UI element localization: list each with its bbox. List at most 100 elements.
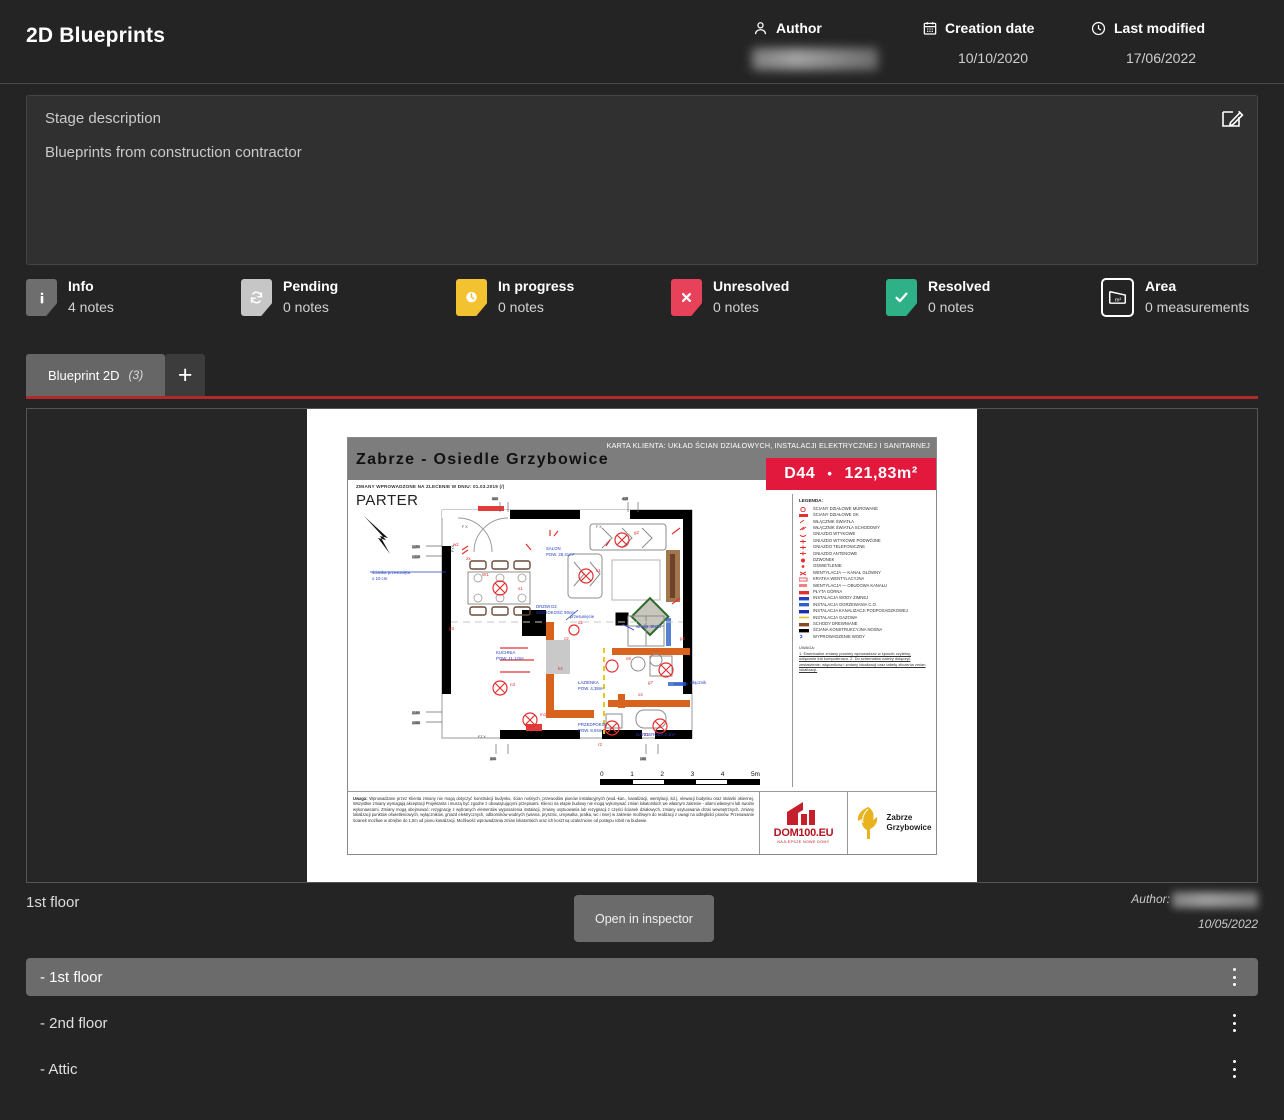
svg-text:KUCHNIA: KUCHNIA <box>496 650 515 655</box>
svg-text:k1: k1 <box>596 568 601 573</box>
app-root: 2D Blueprints Author Creation date 10/10… <box>0 0 1284 1120</box>
sync-icon <box>241 279 272 316</box>
legend-symbol <box>799 513 810 518</box>
svg-text:FZ X: FZ X <box>478 735 486 739</box>
counter-info[interactable]: Info 4 notes <box>26 278 241 317</box>
calendar-icon <box>922 20 938 36</box>
legend-symbol <box>799 609 810 614</box>
svg-text:SALON: SALON <box>546 546 561 551</box>
stage-description-label: Stage description <box>45 110 161 127</box>
blueprint-viewer[interactable]: KARTA KLIENTA: UKŁAD ŚCIAN DZIAŁOWYCH, I… <box>26 408 1258 883</box>
counter-in-progress[interactable]: In progress 0 notes <box>456 278 671 317</box>
legend-symbol <box>799 564 810 569</box>
legend-symbol <box>799 628 810 633</box>
svg-text:p2: p2 <box>680 636 686 641</box>
svg-text:330: 330 <box>492 497 498 501</box>
zabrze-logo-line2: Grzybowice <box>886 822 932 832</box>
scale-tick-3: 3 <box>690 770 695 778</box>
counter-unresolved[interactable]: Unresolved 0 notes <box>671 278 886 317</box>
person-icon <box>752 20 769 37</box>
dom100-logo: DOM100.EU NAJLEPSZE NOWE DOMY <box>760 791 848 854</box>
info-icon <box>26 279 57 316</box>
meta-last-modified-label: Last modified <box>1114 20 1206 36</box>
blueprint-page-sheet: KARTA KLIENTA: UKŁAD ŚCIAN DZIAŁOWYCH, I… <box>307 409 977 882</box>
floor-plan-svg: W1s1 g2k1 w2p3 c2d1 k4e5 g7p2 n3m1 r2z1 … <box>364 496 707 761</box>
meta-last-modified: Last modified 17/06/2022 <box>1090 18 1258 66</box>
kebab-menu-icon[interactable] <box>1225 967 1243 987</box>
svg-text:POW. 11,12m²: POW. 11,12m² <box>496 656 524 661</box>
svg-text:POW. 8,94m²: POW. 8,94m² <box>578 728 604 733</box>
svg-text:PRZEDPOKÓJ: PRZEDPOKÓJ <box>578 722 607 727</box>
zabrze-logo-line1: Zabrze <box>886 812 913 822</box>
legend-symbol <box>799 545 810 550</box>
legend-symbol <box>799 532 810 538</box>
legend-symbol <box>799 622 810 627</box>
counter-pending[interactable]: Pending 0 notes <box>241 278 456 317</box>
svg-text:przesunięcie: przesunięcie <box>570 614 595 619</box>
counter-resolved[interactable]: Resolved 0 notes <box>886 278 1101 317</box>
svg-text:m1: m1 <box>540 712 547 717</box>
note-counters: Info 4 notes Pending 0 notes In progress… <box>26 278 1258 317</box>
tab-bar: Blueprint 2D (3) + <box>26 354 1258 396</box>
svg-text:r2: r2 <box>598 742 602 747</box>
open-in-inspector-button[interactable]: Open in inspector <box>574 895 714 942</box>
blueprint-document: KARTA KLIENTA: UKŁAD ŚCIAN DZIAŁOWYCH, I… <box>347 436 937 855</box>
floor-list-item-attic[interactable]: - Attic <box>26 1050 1258 1088</box>
counter-info-sub: 4 notes <box>68 299 114 315</box>
dom100-logo-sub: NAJLEPSZE NOWE DOMY <box>777 840 830 844</box>
svg-text:F X: F X <box>596 525 602 529</box>
legend-symbol <box>799 596 810 601</box>
open-in-inspector-label: Open in inspector <box>595 911 693 926</box>
svg-text:wnęka 40x60: wnęka 40x60 <box>636 624 662 629</box>
add-tab-button[interactable]: + <box>165 354 206 396</box>
svg-text:162: 162 <box>640 757 646 761</box>
tab-blueprint-2d[interactable]: Blueprint 2D (3) <box>26 354 166 396</box>
svg-text:n3: n3 <box>510 682 516 687</box>
author-name-redacted <box>752 48 878 70</box>
legend-note-text: 1. Ewentualne zmiany prosimy wprowadzać … <box>799 650 926 673</box>
blueprint-date: 10/05/2022 <box>1197 917 1258 931</box>
floor-list: - 1st floor - 2nd floor - Attic <box>26 958 1258 1096</box>
legend-symbol <box>799 615 810 620</box>
edit-pencil-icon[interactable] <box>1219 106 1245 132</box>
blueprint-author-redacted <box>1172 892 1258 908</box>
blueprint-author-block: Author: 10/05/2022 <box>1131 892 1258 931</box>
legend-label: WYPROWADZENIE WODY <box>813 633 865 639</box>
check-icon <box>886 279 917 316</box>
counter-unresolved-title: Unresolved <box>713 278 790 294</box>
meta-creation-date: Creation date 10/10/2020 <box>922 18 1090 66</box>
svg-text:x4: x4 <box>638 692 643 697</box>
counter-area[interactable]: m² Area 0 measurements <box>1101 278 1249 317</box>
svg-text:m²: m² <box>1115 297 1122 303</box>
counter-in-progress-title: In progress <box>498 278 575 294</box>
svg-text:425: 425 <box>622 497 628 501</box>
legend-symbol <box>799 506 810 512</box>
svg-text:ŁAZIENKA: ŁAZIENKA <box>578 680 599 685</box>
scale-tick-2: 2 <box>660 770 664 778</box>
floor-list-item-2nd-floor[interactable]: - 2nd floor <box>26 1004 1258 1042</box>
kebab-menu-icon[interactable] <box>1225 1059 1243 1079</box>
counter-unresolved-sub: 0 notes <box>713 299 759 315</box>
legend-symbol <box>799 583 810 588</box>
svg-text:g7: g7 <box>648 680 654 685</box>
close-x-icon <box>671 279 702 316</box>
svg-text:p3: p3 <box>449 626 455 631</box>
floor-item-label: - 2nd floor <box>40 1014 108 1032</box>
uwaga-label: Uwaga: <box>353 795 368 801</box>
page-header: 2D Blueprints Author Creation date 10/10… <box>0 0 1284 84</box>
floor-item-label: - 1st floor <box>40 968 103 986</box>
uwaga-text: Wprowadzane przez Klienta zmiany nie mog… <box>353 795 754 823</box>
floor-list-item-1st-floor[interactable]: - 1st floor <box>26 958 1258 996</box>
meta-author-label: Author <box>776 20 822 36</box>
blueprint-uwaga: Uwaga: Wprowadzane przez Klienta zmiany … <box>348 791 760 854</box>
counter-resolved-sub: 0 notes <box>928 299 974 315</box>
legend-symbol <box>799 539 810 544</box>
legend-symbol <box>799 558 810 563</box>
svg-text:d1: d1 <box>578 620 584 625</box>
area-measure-icon: m² <box>1101 278 1134 317</box>
svg-text:POW. 4,38m²: POW. 4,38m² <box>578 686 604 691</box>
scale-tick-1: 1 <box>630 770 634 778</box>
kebab-menu-icon[interactable] <box>1225 1013 1243 1033</box>
svg-text:s1: s1 <box>518 586 523 591</box>
counter-pending-sub: 0 notes <box>283 299 329 315</box>
